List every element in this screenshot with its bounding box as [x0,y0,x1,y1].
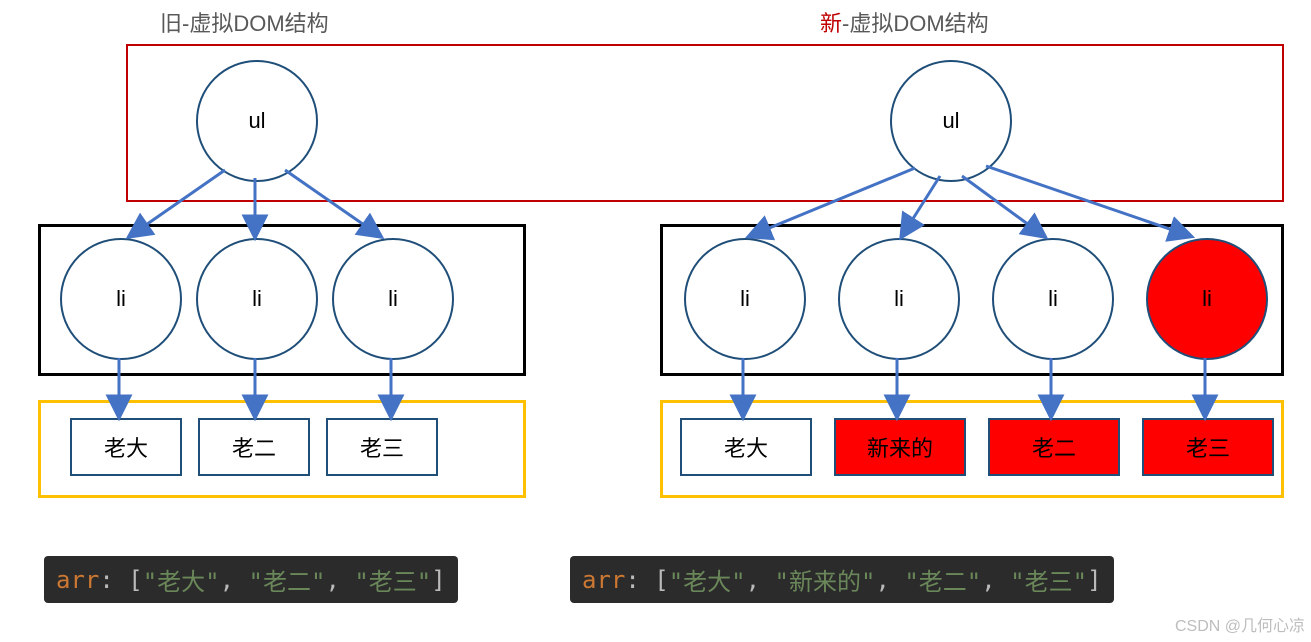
right-item-2: 老二 [988,418,1120,476]
left-item-2: 老三 [326,418,438,476]
code-var: arr [56,566,99,594]
left-item-0-label: 老大 [104,431,148,463]
left-item-1: 老二 [198,418,310,476]
right-item-0: 老大 [680,418,812,476]
left-li-0: li [60,238,182,360]
left-li-1: li [196,238,318,360]
left-code: arr: ["老大", "老二", "老三"] [44,556,458,603]
right-li-3: li [1146,238,1268,360]
right-li-0: li [684,238,806,360]
left-li-1-label: li [252,286,262,312]
right-li-3-label: li [1202,286,1212,312]
right-item-0-label: 老大 [724,431,768,463]
left-ul-node: ul [196,60,318,182]
left-item-2-label: 老三 [360,431,404,463]
left-ul-label: ul [248,108,265,134]
right-item-3-label: 老三 [1186,431,1230,463]
right-li-2-label: li [1048,286,1058,312]
left-li-2-label: li [388,286,398,312]
left-li-2: li [332,238,454,360]
left-item-0: 老大 [70,418,182,476]
watermark: CSDN @几何心凉 [1175,612,1305,636]
right-item-1-label: 新来的 [867,431,933,463]
right-item-3: 老三 [1142,418,1274,476]
title-old: 旧-虚拟DOM结构 [160,6,329,38]
left-item-1-label: 老二 [232,431,276,463]
title-new-rest: -虚拟DOM结构 [842,11,989,36]
right-item-2-label: 老二 [1032,431,1076,463]
title-new-prefix: 新 [820,11,842,36]
right-li-1-label: li [894,286,904,312]
right-ul-node: ul [890,60,1012,182]
code-var: arr [582,566,625,594]
left-li-0-label: li [116,286,126,312]
title-new: 新-虚拟DOM结构 [820,6,989,38]
right-li-0-label: li [740,286,750,312]
right-item-1: 新来的 [834,418,966,476]
title-old-prefix: 旧 [160,11,182,36]
right-code: arr: ["老大", "新来的", "老二", "老三"] [570,556,1114,603]
title-old-rest: -虚拟DOM结构 [182,11,329,36]
right-li-2: li [992,238,1114,360]
right-ul-label: ul [942,108,959,134]
right-li-1: li [838,238,960,360]
